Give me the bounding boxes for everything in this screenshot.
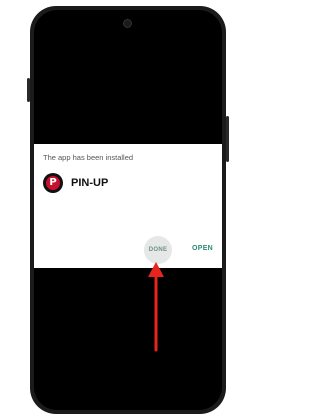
red-arrow-up-icon [148,262,164,352]
